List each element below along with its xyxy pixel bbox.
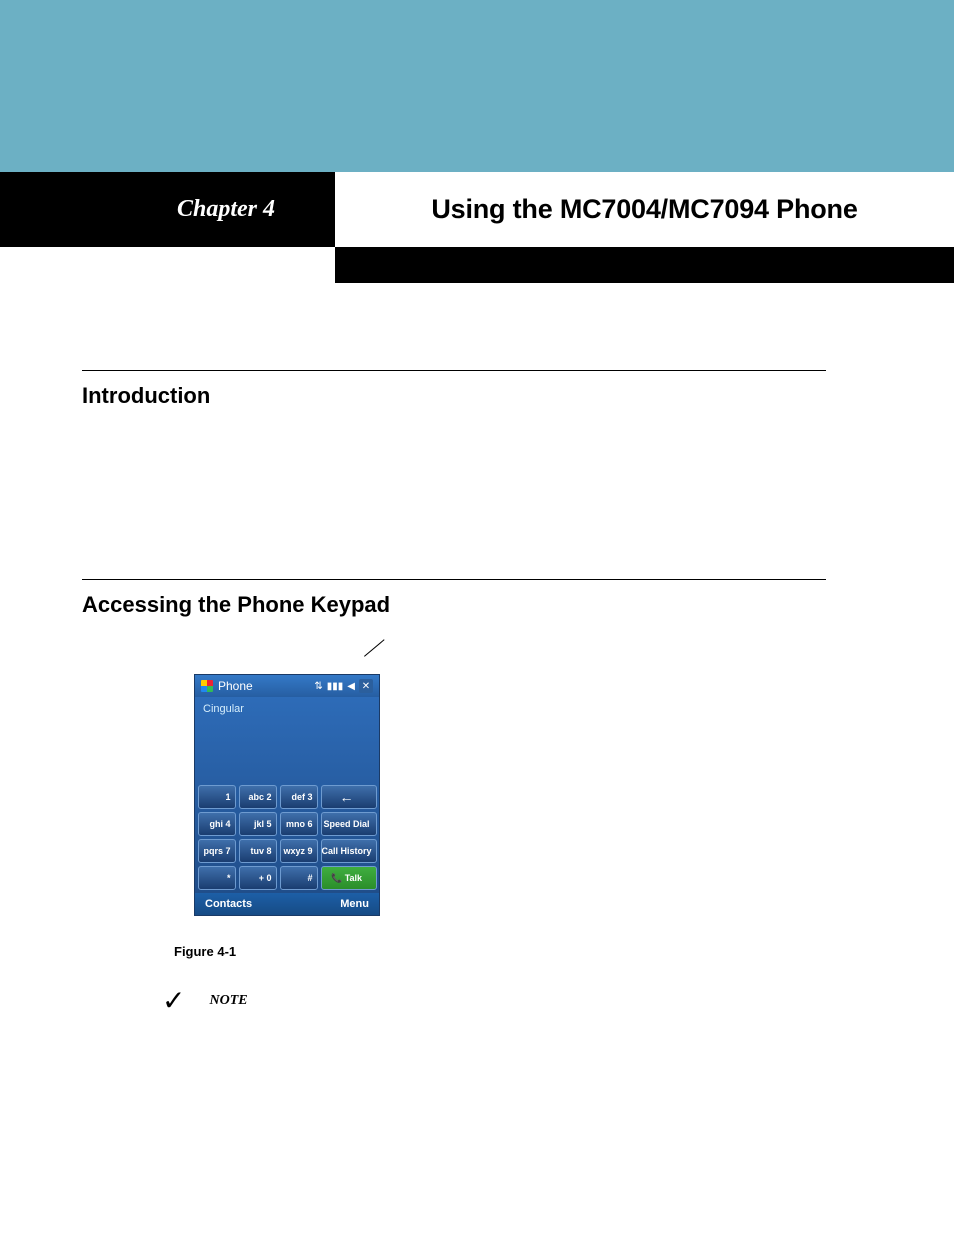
key-9[interactable]: wxyz 9 — [280, 839, 318, 863]
page-title-band: Using the MC7004/MC7094 Phone — [335, 172, 954, 247]
key-talk[interactable]: 📞 Talk — [321, 866, 377, 890]
section-introduction: Introduction — [82, 370, 826, 409]
key-star[interactable]: * — [198, 866, 236, 890]
keypad: 1 abc 2 def 3 ← ghi 4 jkl 5 mno 6 Speed … — [201, 785, 373, 893]
color-band — [0, 0, 954, 172]
page: Chapter 4 Using the MC7004/MC7094 Phone … — [0, 0, 954, 1235]
key-8[interactable]: tuv 8 — [239, 839, 277, 863]
key-6[interactable]: mno 6 — [280, 812, 318, 836]
key-backspace[interactable]: ← — [321, 785, 377, 809]
carrier-name: Cingular — [195, 697, 379, 721]
figure-4-1: Phone ⇅ ▮▮▮ ◀ ✕ Cingular 1 abc 2 def 3 — [194, 674, 378, 916]
start-flag-icon — [201, 680, 213, 692]
phone-app-title: Phone — [218, 679, 253, 693]
key-0[interactable]: + 0 — [239, 866, 277, 890]
figure-caption: Figure 4-1 — [174, 944, 826, 959]
phone-statusbar: Phone ⇅ ▮▮▮ ◀ ✕ — [195, 675, 379, 697]
section-title-introduction: Introduction — [82, 383, 826, 409]
softkey-contacts[interactable]: Contacts — [205, 898, 252, 910]
softkey-bar: Contacts Menu — [195, 893, 379, 915]
key-2[interactable]: abc 2 — [239, 785, 277, 809]
key-1[interactable]: 1 — [198, 785, 236, 809]
key-talk-label: Talk — [345, 873, 362, 883]
section-rule — [82, 370, 826, 371]
section-accessing: Accessing the Phone Keypad Phone ⇅ ▮▮▮ ◀… — [82, 579, 826, 1015]
phone-handset-icon: 📞 — [331, 873, 342, 884]
close-icon: ✕ — [359, 679, 373, 693]
page-title: Using the MC7004/MC7094 Phone — [431, 194, 857, 225]
section-title-accessing: Accessing the Phone Keypad — [82, 592, 826, 618]
key-7[interactable]: pqrs 7 — [198, 839, 236, 863]
status-icons: ⇅ ▮▮▮ ◀ ✕ — [314, 679, 373, 693]
key-4[interactable]: ghi 4 — [198, 812, 236, 836]
key-5[interactable]: jkl 5 — [239, 812, 277, 836]
key-speed-dial[interactable]: Speed Dial — [321, 812, 377, 836]
key-hash[interactable]: # — [280, 866, 318, 890]
key-call-history[interactable]: Call History — [321, 839, 377, 863]
phone-screenshot: Phone ⇅ ▮▮▮ ◀ ✕ Cingular 1 abc 2 def 3 — [194, 674, 380, 916]
softkey-menu[interactable]: Menu — [340, 898, 369, 910]
checkmark-icon: ✓ — [162, 987, 185, 1015]
note-label: NOTE — [209, 993, 247, 1009]
signal-icon: ▮▮▮ — [327, 681, 344, 692]
chapter-text: Chapter 4 — [177, 196, 275, 223]
section-rule — [82, 579, 826, 580]
body: Introduction Accessing the Phone Keypad … — [82, 370, 826, 1045]
dial-entry-area — [195, 721, 379, 793]
note-block: ✓ NOTE — [162, 987, 826, 1015]
key-3[interactable]: def 3 — [280, 785, 318, 809]
chapter-label: Chapter 4 — [0, 172, 335, 247]
sync-icon: ⇅ — [314, 681, 322, 692]
speaker-icon: ◀ — [347, 681, 355, 692]
title-underline — [335, 247, 954, 283]
